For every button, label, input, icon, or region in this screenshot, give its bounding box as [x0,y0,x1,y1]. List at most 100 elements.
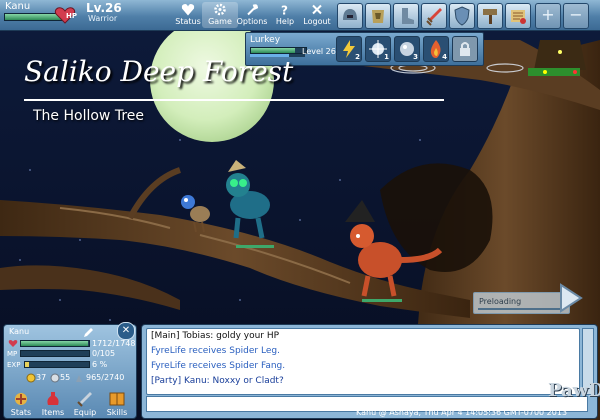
game-logo: PawD [548,380,600,401]
toolbar-slot-weapon[interactable] [421,3,447,29]
skill-slot-5[interactable] [452,36,478,62]
skill-count: 4 [442,53,447,61]
area-title: Saliko Deep Forest [24,55,294,88]
skill-count: 1 [384,53,389,61]
skills-button-label: Skills [106,408,128,417]
target-hp-fill [251,48,295,53]
equip-button-label: Equip [73,408,97,417]
shield-icon [454,6,470,26]
toolbar-add-button[interactable]: + [535,3,561,29]
chat-line: FyreLife receives Spider Leg. [151,346,280,356]
nav-options-label: Options [236,17,268,26]
target-level: Level 26 [302,47,336,56]
preload-label: Preloading [479,297,522,306]
chat-panel: [Main] Tobias: goldy your HP FyreLife re… [141,324,598,419]
toolbar-slot-armor[interactable] [365,3,391,29]
scroll-icon [511,10,526,24]
boot-icon [402,8,414,24]
nav-status-label: Status [175,17,201,26]
gold-value: 37 [36,373,47,382]
target-name: Lurkey [250,35,281,45]
nav-logout-button[interactable]: Logout [299,2,335,28]
toolbar-slot-boots[interactable] [393,3,419,29]
skill-slot-3[interactable]: 3 [394,36,420,62]
stats-button[interactable]: Stats [6,390,36,417]
player-class: Warrior [88,14,118,23]
player-name: Kanu [5,1,31,12]
stats-mp-value: 0/105 [92,349,116,358]
svg-text:?: ? [281,4,288,18]
sword-icon [426,8,442,26]
chat-log: [Main] Tobias: goldy your HP FyreLife re… [146,328,580,395]
target-hp-bar [250,47,307,54]
gear-icon [214,3,226,16]
question-icon: ? [281,4,288,18]
book-icon [109,392,125,406]
toolbar-slot-shield[interactable] [449,3,475,29]
equip-button[interactable]: Equip [70,390,100,417]
skill-count: 2 [355,53,360,61]
hammer-icon [483,9,497,24]
chat-line: [Party] Kanu: Noxxy or Cladt? [151,376,284,386]
stats-exp-bar [24,361,90,368]
stats-exp-value: 6 % [92,360,108,369]
weight-value: 965/2740 [86,373,125,382]
pencil-icon[interactable] [82,327,94,339]
skill-slot-4[interactable]: 4 [423,36,449,62]
silver-coin-icon [50,373,60,383]
player-level: Lv.26 [86,1,122,15]
preload-indicator: Preloading [473,292,570,314]
stats-icon [15,393,27,405]
area-subtitle: The Hollow Tree [33,108,144,124]
stats-button-label: Stats [10,408,32,417]
toolbar-slot-scroll[interactable] [505,3,531,29]
character-stats-panel: Kanu 1712/1748 MP 0/105 EXP 6 % 37 55 96… [3,324,137,419]
skill-slot-2[interactable]: 1 [365,36,391,62]
stats-hp-fill [21,341,88,346]
silver-value: 55 [60,373,71,382]
toolbar-slot-hammer[interactable] [477,3,503,29]
skills-button[interactable]: Skills [102,390,132,417]
hp-tag: HP [66,12,77,20]
skill-slot-1[interactable]: 2 [336,36,362,62]
armor-icon [372,10,384,23]
close-panel-button[interactable]: ✕ [117,322,135,340]
close-icon [312,4,322,15]
stats-hp-value: 1712/1748 [92,339,136,348]
skill-count: 3 [413,53,418,61]
helmet-icon [343,9,357,20]
gold-coin-icon [26,373,36,383]
items-button[interactable]: Items [38,390,68,417]
nav-game-label: Game [208,17,232,26]
stats-mp-bar [20,350,90,357]
chat-line: [Main] Tobias: goldy your HP [151,331,280,341]
nav-help-button[interactable]: ? Help [267,2,303,28]
status-footer: Kanu @ Ashaya, Thu Apr 4 14:05:36 GMT-07… [356,408,568,417]
weight-icon [76,375,82,382]
lock-icon [460,42,470,56]
wrench-icon [247,4,259,16]
toolbar-remove-button[interactable]: − [563,3,589,29]
nav-options-button[interactable]: Options [234,2,270,28]
nav-game-button[interactable]: Game [202,2,238,28]
items-button-label: Items [41,408,65,417]
heart-icon [181,4,195,16]
sword-icon [77,392,92,407]
top-bar: Kanu HP Lv.26 Warrior Status Game Option… [0,0,600,31]
heart-icon [8,340,18,347]
preload-bar [478,308,564,310]
mp-label: MP [7,350,18,358]
stats-hp-bar [20,340,90,347]
game-window: Kanu HP Lv.26 Warrior Status Game Option… [0,0,600,420]
nav-status-button[interactable]: Status [170,2,206,28]
stats-exp-fill [25,362,29,367]
title-divider [24,99,444,101]
nav-help-label: Help [275,17,295,26]
exp-label: EXP [7,361,21,369]
play-icon[interactable] [558,283,584,313]
toolbar-slot-helmet[interactable] [337,3,363,29]
potion-icon [47,392,59,405]
nav-logout-label: Logout [303,17,331,26]
chat-line: FyreLife receives Spider Fang. [151,361,286,371]
stats-player-name: Kanu [9,327,30,336]
